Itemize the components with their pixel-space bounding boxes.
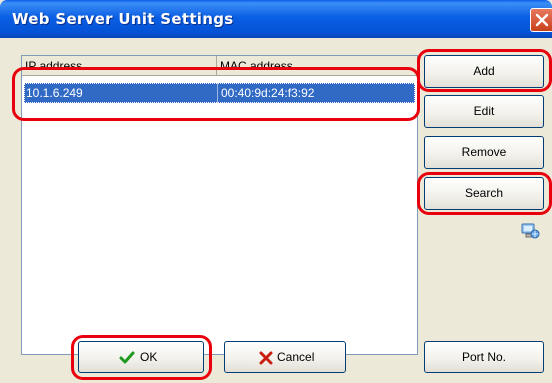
ip-address-cell: 10.1.6.249 bbox=[26, 86, 83, 100]
column-header-ip[interactable]: IP address bbox=[22, 56, 217, 76]
network-computer-icon bbox=[521, 223, 540, 239]
table-row[interactable]: 10.1.6.249 00:40:9d:24:f3:92 bbox=[24, 83, 415, 103]
search-button[interactable]: Search bbox=[424, 177, 544, 210]
mac-address-cell: 00:40:9d:24:f3:92 bbox=[221, 86, 315, 100]
edit-button-label: Edit bbox=[473, 104, 495, 118]
settings-dialog: Web Server Unit Settings IP address MAC … bbox=[0, 0, 552, 383]
window-title: Web Server Unit Settings bbox=[12, 10, 234, 28]
add-button-label: Add bbox=[473, 64, 495, 78]
remove-button[interactable]: Remove bbox=[424, 136, 544, 169]
cell-divider bbox=[217, 83, 218, 103]
search-button-label: Search bbox=[464, 186, 504, 200]
close-icon bbox=[535, 13, 549, 27]
port-number-button[interactable]: Port No. bbox=[424, 341, 544, 373]
ok-button-label: OK bbox=[140, 350, 158, 364]
ok-button[interactable]: OK bbox=[78, 341, 204, 373]
checkmark-icon bbox=[119, 351, 135, 364]
add-button[interactable]: Add bbox=[424, 55, 544, 88]
x-mark-icon bbox=[259, 351, 273, 365]
close-button[interactable] bbox=[530, 8, 552, 32]
server-list[interactable]: IP address MAC address 10.1.6.249 00:40:… bbox=[21, 55, 418, 355]
edit-button[interactable]: Edit bbox=[424, 95, 544, 128]
port-number-button-label: Port No. bbox=[461, 350, 506, 364]
remove-button-label: Remove bbox=[461, 145, 507, 159]
title-bar[interactable]: Web Server Unit Settings bbox=[0, 0, 552, 38]
cancel-button[interactable]: Cancel bbox=[224, 341, 346, 373]
column-header-mac[interactable]: MAC address bbox=[217, 56, 417, 76]
cancel-button-label: Cancel bbox=[277, 350, 315, 364]
